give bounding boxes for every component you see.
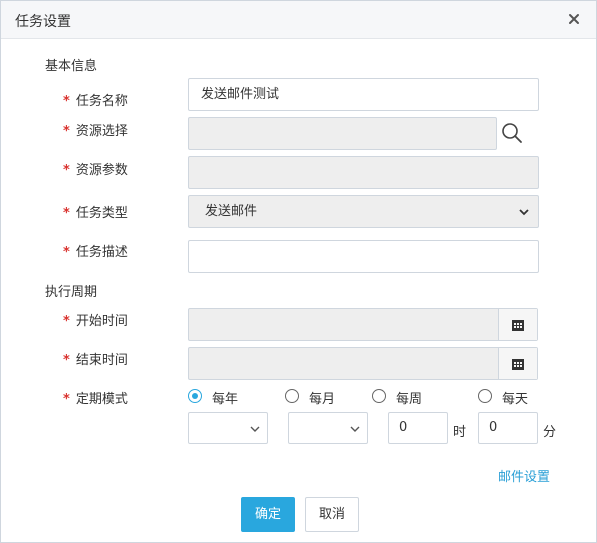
task-desc-input[interactable] — [188, 240, 539, 273]
cancel-button[interactable]: 取消 — [305, 497, 359, 532]
label-resource-select: * 资源选择 — [63, 124, 128, 139]
resource-params-input[interactable] — [188, 156, 539, 189]
label-start-time: * 开始时间 — [63, 314, 128, 329]
search-icon[interactable] — [501, 122, 523, 144]
radio-dot — [478, 389, 492, 403]
minute-input[interactable]: 0 — [478, 412, 538, 444]
chevron-down-icon — [519, 209, 529, 216]
required-mark: * — [63, 314, 70, 329]
section-schedule: 执行周期 — [45, 285, 98, 300]
required-mark: * — [63, 94, 70, 109]
required-mark: * — [63, 245, 70, 260]
label-task-name: * 任务名称 — [63, 94, 128, 109]
end-date-picker-button[interactable] — [498, 348, 537, 379]
radio-label: 每周 — [396, 392, 423, 407]
task-type-selected-value: 发送邮件 — [205, 204, 258, 219]
task-settings-dialog: 任务设置 基本信息 * 任务名称 发送邮件测试 * 资源选择 * 资源参数 * 任务类型… — [0, 0, 597, 543]
radio-dot — [285, 389, 299, 403]
required-mark: * — [63, 392, 70, 407]
label-schedule-mode: * 定期模式 — [63, 392, 128, 407]
required-mark: * — [63, 353, 70, 368]
required-mark: * — [63, 206, 70, 221]
radio-label: 每月 — [309, 392, 336, 407]
dialog-title: 任务设置 — [15, 14, 71, 30]
month-select[interactable] — [188, 412, 268, 444]
label-resource-params: * 资源参数 — [63, 163, 128, 178]
required-mark: * — [63, 124, 70, 139]
task-type-select[interactable]: 发送邮件 — [188, 195, 539, 228]
start-date-picker-button[interactable] — [498, 309, 537, 340]
task-name-input[interactable]: 发送邮件测试 — [188, 78, 539, 111]
radio-dot — [188, 389, 202, 403]
dialog-titlebar: 任务设置 — [1, 1, 596, 39]
confirm-button[interactable]: 确定 — [241, 497, 295, 532]
chevron-down-icon — [350, 426, 360, 432]
day-select[interactable] — [288, 412, 368, 444]
close-icon[interactable] — [565, 10, 583, 28]
end-time-field[interactable] — [188, 347, 538, 380]
hour-input[interactable]: 0 — [388, 412, 448, 444]
chevron-down-icon — [250, 426, 260, 432]
label-task-type: * 任务类型 — [63, 206, 128, 221]
minute-unit-label: 分 — [543, 425, 557, 440]
mail-settings-link[interactable]: 邮件设置 — [498, 466, 550, 485]
resource-select-input[interactable] — [188, 117, 497, 150]
radio-dot — [372, 389, 386, 403]
required-mark: * — [63, 163, 70, 178]
hour-unit-label: 时 — [453, 425, 467, 440]
section-basic-info: 基本信息 — [45, 59, 98, 74]
label-end-time: * 结束时间 — [63, 353, 128, 368]
radio-label: 每天 — [502, 392, 529, 407]
start-time-field[interactable] — [188, 308, 538, 341]
calendar-icon — [512, 320, 524, 331]
radio-label: 每年 — [212, 392, 239, 407]
label-task-desc: * 任务描述 — [63, 245, 128, 260]
calendar-icon — [512, 359, 524, 370]
